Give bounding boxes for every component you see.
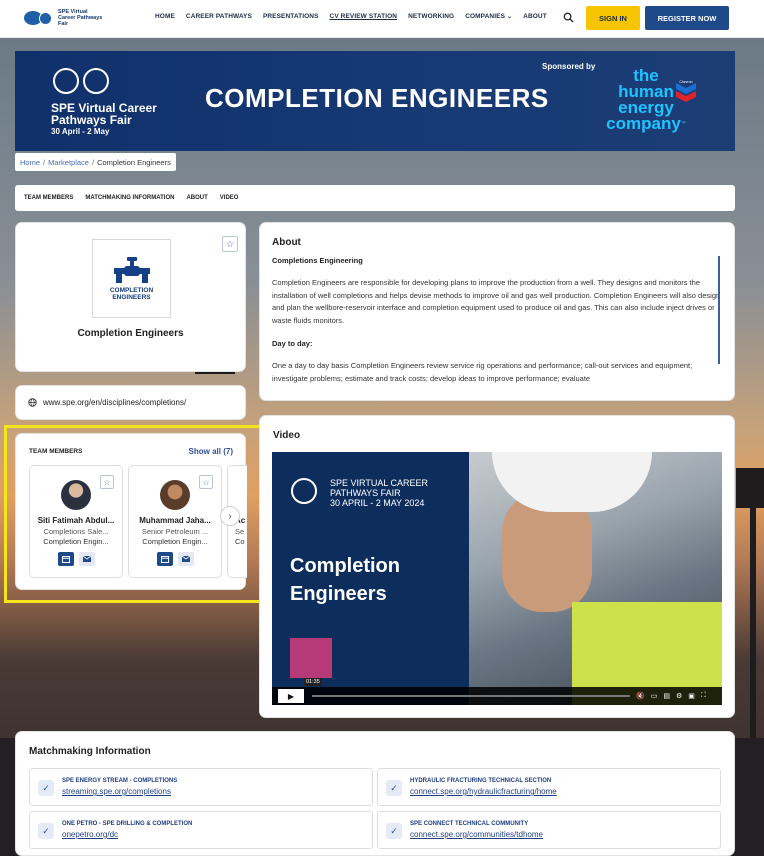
about-paragraph: Completion Engineers are responsible for… [272,278,721,325]
svg-text:Chevron: Chevron [679,80,692,84]
nav-networking[interactable]: NETWORKING [408,13,454,20]
breadcrumb-marketplace[interactable]: Marketplace [48,158,89,167]
video-progress-bar[interactable] [312,695,630,697]
nav-presentations[interactable]: PRESENTATIONS [263,13,319,20]
play-icon: ▶ [287,691,295,701]
breadcrumb: Home / Marketplace / Completion Engineer… [15,153,176,171]
video-title: Video [273,430,301,441]
matchmaking-link[interactable]: streaming.spe.org/completions [62,787,171,796]
tab-about[interactable]: ABOUT [186,195,207,201]
matchmaking-item[interactable]: ✓ SPE CONNECT TECHNICAL COMMUNITY connec… [377,811,721,849]
main-nav: HOME CAREER PATHWAYS PRESENTATIONS CV RE… [155,13,547,20]
nav-home[interactable]: HOME [155,13,175,20]
matchmaking-label: HYDRAULIC FRACTURING TECHNICAL SECTION [410,778,552,784]
register-now-button[interactable]: REGISTER NOW [645,6,729,30]
company-logo-label: COMPLETION ENGINEERS [109,286,154,301]
banner-brand: SPE Virtual Career Pathways Fair 30 Apri… [51,68,169,136]
matchmaking-card: Matchmaking Information ✓ SPE ENERGY STR… [15,731,735,856]
sponsor-line: company™ [606,114,686,133]
search-icon[interactable] [563,12,574,23]
about-scrollbar[interactable] [718,256,720,364]
fullscreen-icon[interactable]: ⛶ [701,692,706,700]
video-brand-mark [290,638,332,678]
subtitles-icon[interactable]: ▤ [663,692,670,700]
play-button[interactable]: ▶ [278,689,304,703]
website-card: www.spe.org/en/disciplines/completions/ [15,385,246,420]
check-icon: ✓ [386,823,402,839]
breadcrumb-home[interactable]: Home [20,158,40,167]
nav-about[interactable]: ABOUT [523,13,547,20]
company-logo: COMPLETION ENGINEERS [92,239,171,318]
nav-companies-label: COMPANIES [465,13,506,20]
matchmaking-link[interactable]: connect.spe.org/hydraulicfracturing/home [410,787,557,796]
video-overlay-title: Completion Engineers [290,555,400,605]
logo-text: SPE Virtual Career Pathways Fair [58,9,103,27]
mute-icon[interactable]: 🔇 [636,692,645,700]
banner-event-name: SPE Virtual Career Pathways Fair [51,101,157,127]
highlight-outline [4,425,264,603]
matchmaking-item[interactable]: ✓ ONE PETRO - SPE DRILLING & COMPLETION … [29,811,373,849]
site-logo[interactable]: SPE Virtual Career Pathways Fair [24,9,103,27]
matchmaking-label: ONE PETRO - SPE DRILLING & COMPLETION [62,821,193,827]
about-paragraph: One a day to day basis Completion Engine… [272,361,693,383]
company-profile-card: COMPLETION ENGINEERS ☆ Completion Engine… [15,222,246,372]
company-name: Completion Engineers [77,328,184,339]
nav-companies[interactable]: COMPANIES ⌄ [465,13,512,20]
about-day-heading: Day to day: [272,339,313,348]
matchmaking-label: SPE CONNECT TECHNICAL COMMUNITY [410,821,529,827]
video-overlay-event: SPE VIRTUAL CAREER PATHWAYS FAIR 30 APRI… [330,478,429,508]
event-banner: SPE Virtual Career Pathways Fair 30 Apri… [15,51,735,151]
about-subtitle: Completions Engineering [272,256,363,265]
career-fair-icon [291,478,317,504]
tab-matchmaking-information[interactable]: MATCHMAKING INFORMATION [85,195,174,201]
about-title: About [272,237,301,248]
nav-cv-review-station[interactable]: CV REVIEW STATION [330,13,398,20]
career-fair-icon [39,11,52,25]
check-icon: ✓ [386,780,402,796]
matchmaking-link[interactable]: connect.spe.org/communities/tdhome [410,830,543,839]
career-fair-icon [83,68,109,94]
website-link[interactable]: www.spe.org/en/disciplines/completions/ [43,398,186,407]
sponsored-by-label: Sponsored by [542,62,596,71]
matchmaking-label: SPE ENERGY STREAM - COMPLETIONS [62,778,178,784]
matchmaking-link[interactable]: onepetro.org/dc [62,830,118,839]
tab-video[interactable]: VIDEO [220,195,239,201]
banner-headline: COMPLETION ENGINEERS [205,83,549,113]
spe-globe-icon [53,68,79,94]
chevron-down-icon: ⌄ [507,14,513,20]
nav-career-pathways[interactable]: CAREER PATHWAYS [186,13,252,20]
check-icon: ✓ [38,780,54,796]
video-controls: ▶ 🔇 ▭ ▤ ⚙ ▣ ⛶ [272,687,722,705]
pip-icon[interactable]: ▣ [688,692,695,700]
captions-icon[interactable]: ▭ [651,692,658,700]
check-icon: ✓ [38,823,54,839]
settings-icon[interactable]: ⚙ [676,692,682,700]
pipe-valve-icon [113,256,150,283]
matchmaking-title: Matchmaking Information [29,746,151,757]
video-player[interactable]: SPE VIRTUAL CAREER PATHWAYS FAIR 30 APRI… [272,452,722,705]
breadcrumb-current: Completion Engineers [97,157,171,167]
matchmaking-item[interactable]: ✓ HYDRAULIC FRACTURING TECHNICAL SECTION… [377,768,721,806]
matchmaking-item[interactable]: ✓ SPE ENERGY STREAM - COMPLETIONS stream… [29,768,373,806]
top-navbar: SPE Virtual Career Pathways Fair HOME CA… [0,0,764,38]
section-tabs: TEAM MEMBERS MATCHMAKING INFORMATION ABO… [15,185,735,211]
sign-in-button[interactable]: SIGN IN [586,6,640,30]
favorite-star-icon[interactable]: ☆ [222,236,238,252]
banner-dates: 30 April - 2 May [51,127,110,136]
video-timestamp: 01:35 [304,678,322,686]
about-card: About Completions Engineering Completion… [259,222,735,401]
video-card: Video SPE VIRTUAL CAREER PATHWAYS FAIR 3… [259,415,735,718]
chevron-logo-icon: Chevron [676,80,696,102]
tab-team-members[interactable]: TEAM MEMBERS [24,195,73,201]
globe-icon [28,398,37,407]
